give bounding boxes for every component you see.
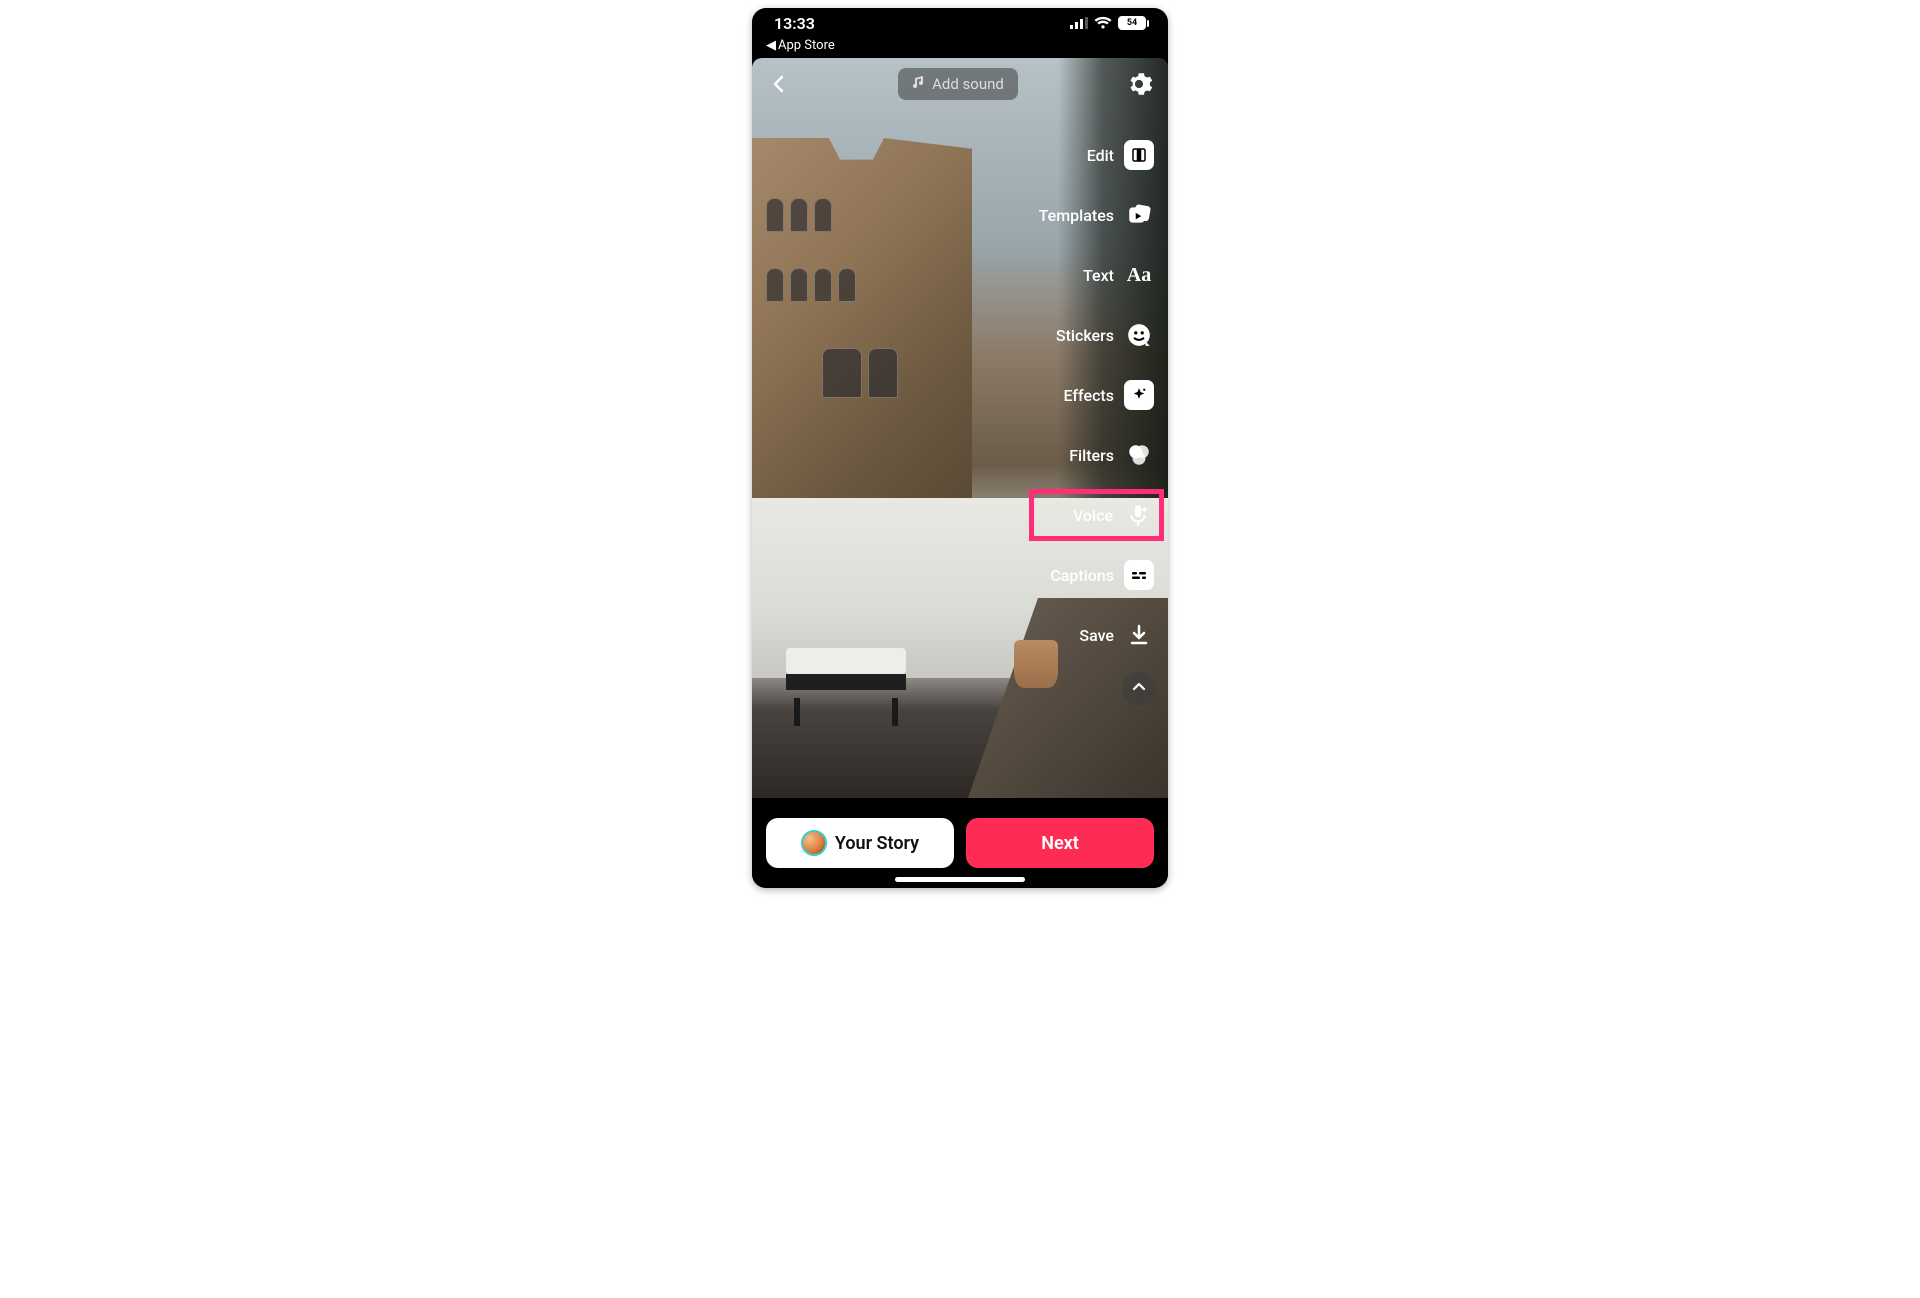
next-button[interactable]: Next bbox=[966, 818, 1154, 868]
sidebar-item-text[interactable]: Text Aa bbox=[1035, 258, 1158, 292]
avatar bbox=[801, 830, 827, 856]
battery-icon: 54 bbox=[1118, 16, 1146, 30]
sidebar-item-label: Voice bbox=[1073, 506, 1113, 525]
text-icon: Aa bbox=[1124, 260, 1154, 290]
add-sound-label: Add sound bbox=[932, 75, 1004, 93]
battery-percent: 54 bbox=[1127, 18, 1137, 28]
status-right-cluster: 54 bbox=[1070, 14, 1146, 33]
edit-icon bbox=[1124, 140, 1154, 170]
filters-icon bbox=[1124, 440, 1154, 470]
your-story-button[interactable]: Your Story bbox=[766, 818, 954, 868]
your-story-label: Your Story bbox=[835, 833, 919, 854]
sidebar-item-templates[interactable]: Templates bbox=[1035, 198, 1158, 232]
next-label: Next bbox=[1041, 833, 1079, 854]
collapse-sidebar-button[interactable] bbox=[1122, 672, 1156, 706]
preview-bench bbox=[786, 648, 906, 708]
sidebar-item-edit[interactable]: Edit bbox=[1035, 138, 1158, 172]
bottom-bar: Your Story Next bbox=[752, 798, 1168, 888]
save-icon bbox=[1124, 620, 1154, 650]
voice-icon bbox=[1123, 500, 1153, 530]
sidebar-item-filters[interactable]: Filters bbox=[1035, 438, 1158, 472]
wifi-icon bbox=[1094, 14, 1112, 33]
stickers-icon bbox=[1124, 320, 1154, 350]
captions-icon bbox=[1124, 560, 1154, 590]
sidebar-item-label: Filters bbox=[1069, 446, 1114, 465]
status-bar: 13:33 54 bbox=[752, 8, 1168, 38]
sidebar-item-label: Stickers bbox=[1056, 326, 1114, 345]
cellular-icon bbox=[1070, 14, 1088, 33]
top-controls: Add sound bbox=[752, 68, 1168, 100]
effects-icon bbox=[1124, 380, 1154, 410]
sidebar-item-stickers[interactable]: Stickers bbox=[1035, 318, 1158, 352]
tool-sidebar: Edit Templates Text Aa Stickers bbox=[1035, 138, 1158, 706]
back-caret-icon: ◀ bbox=[766, 38, 776, 53]
sidebar-item-captions[interactable]: Captions bbox=[1035, 558, 1158, 592]
templates-icon bbox=[1124, 200, 1154, 230]
sidebar-item-save[interactable]: Save bbox=[1035, 618, 1158, 652]
phone-frame: 13:33 54 ◀ App Store bbox=[752, 8, 1168, 888]
back-to-app-button[interactable]: ◀ App Store bbox=[752, 38, 1168, 59]
settings-button[interactable] bbox=[1124, 69, 1154, 99]
sidebar-item-effects[interactable]: Effects bbox=[1035, 378, 1158, 412]
preview-building bbox=[752, 138, 972, 498]
back-to-app-label: App Store bbox=[778, 38, 835, 53]
add-sound-button[interactable]: Add sound bbox=[898, 68, 1018, 100]
sidebar-item-label: Text bbox=[1083, 266, 1114, 285]
sidebar-item-label: Templates bbox=[1039, 206, 1114, 225]
chevron-up-icon bbox=[1131, 679, 1147, 699]
sidebar-item-label: Effects bbox=[1064, 386, 1115, 405]
status-time: 13:33 bbox=[774, 14, 815, 33]
back-button[interactable] bbox=[766, 71, 792, 97]
sidebar-item-label: Save bbox=[1079, 626, 1114, 645]
video-preview[interactable]: Add sound Edit Templates Text bbox=[752, 58, 1168, 798]
home-indicator[interactable] bbox=[895, 877, 1025, 882]
sidebar-item-label: Captions bbox=[1050, 566, 1114, 585]
sidebar-item-voice[interactable]: Voice bbox=[1029, 489, 1164, 541]
music-note-icon bbox=[912, 75, 926, 93]
sidebar-item-label: Edit bbox=[1087, 146, 1114, 165]
